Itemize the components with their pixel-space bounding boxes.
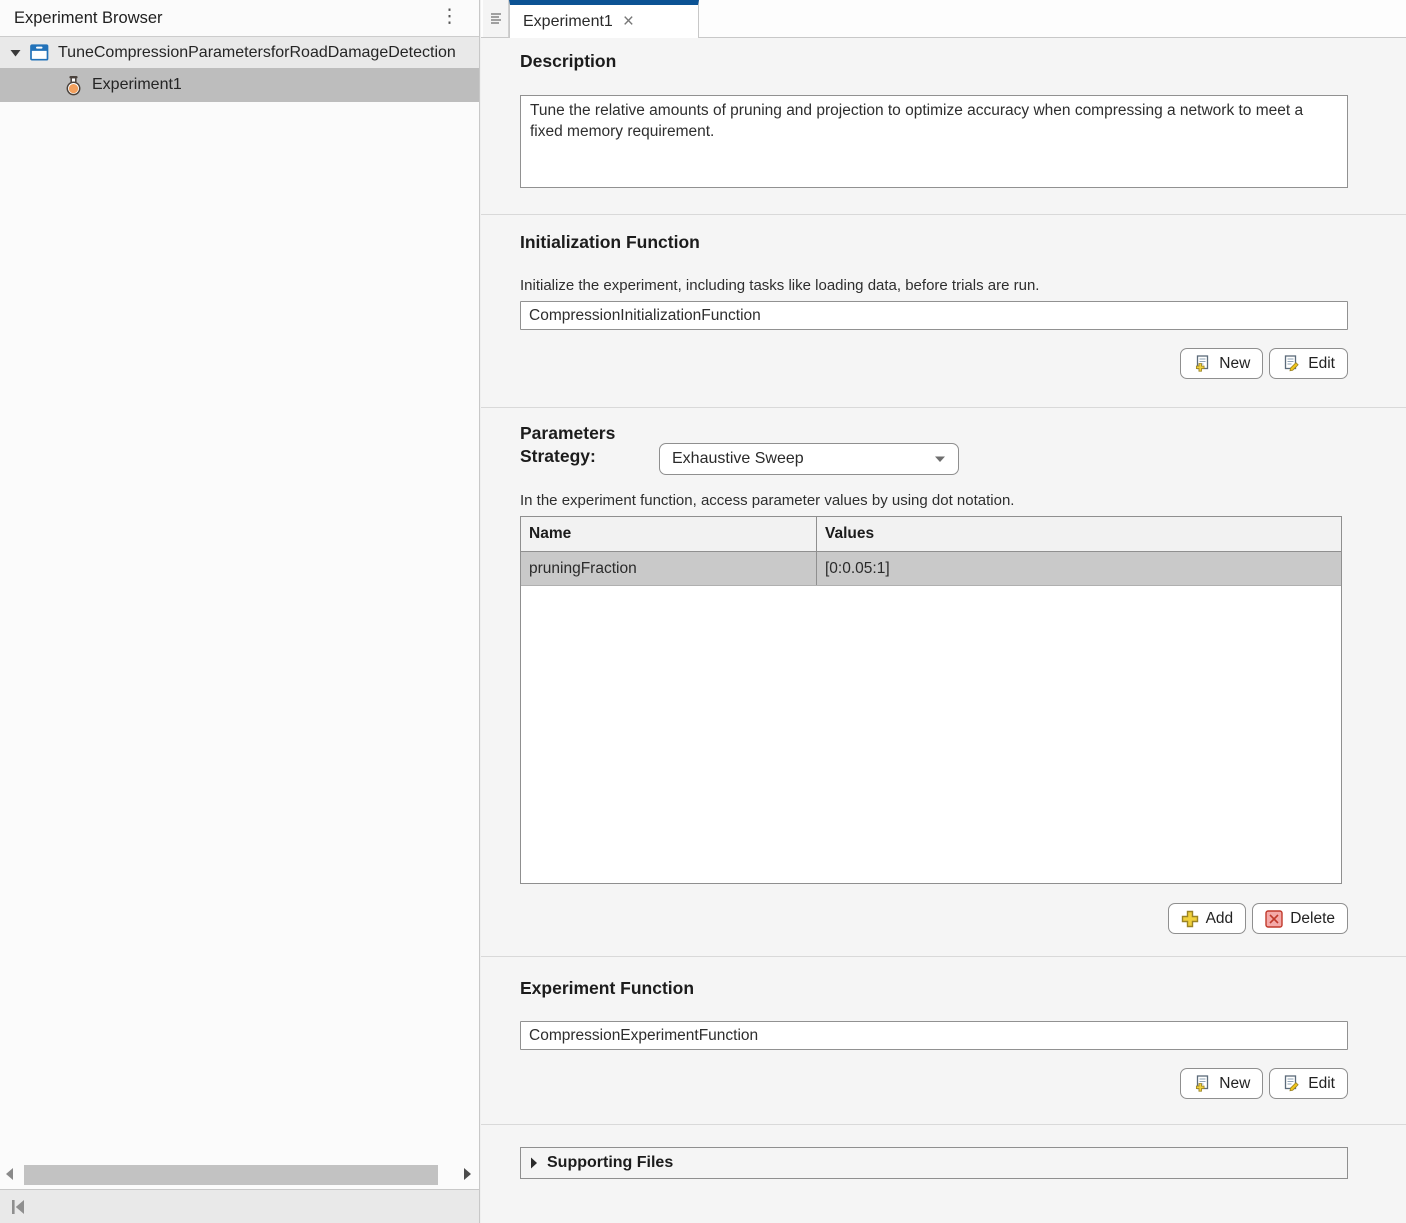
strategy-dropdown[interactable]: Exhaustive Sweep — [659, 443, 959, 475]
tree-item-experiment1[interactable]: Experiment1 — [0, 68, 479, 102]
tree-item-project[interactable]: TuneCompressionParametersforRoadDamageDe… — [0, 37, 479, 68]
section-supporting-files: Supporting Files — [481, 1126, 1406, 1223]
experiment-function-edit-button[interactable]: Edit — [1269, 1068, 1348, 1099]
supporting-files-heading: Supporting Files — [547, 1154, 673, 1172]
panel-menu-icon[interactable]: ⋮ — [436, 0, 463, 34]
collapse-panel-icon[interactable] — [7, 1196, 29, 1218]
button-label: Add — [1206, 910, 1234, 928]
panel-bottom-bar — [0, 1189, 479, 1223]
initialization-new-button[interactable]: New — [1180, 348, 1263, 379]
button-label: Edit — [1308, 1075, 1335, 1093]
button-label: Delete — [1290, 910, 1335, 928]
add-parameter-button[interactable]: Add — [1168, 903, 1247, 934]
edit-document-icon — [1282, 355, 1301, 373]
experiment-name-label: Experiment1 — [92, 76, 182, 94]
experiment-function-new-button[interactable]: New — [1180, 1068, 1263, 1099]
chevron-down-icon — [934, 455, 946, 463]
new-document-icon — [1193, 355, 1212, 373]
chevron-down-icon[interactable] — [10, 49, 21, 57]
parameters-helper-text: In the experiment function, access param… — [520, 492, 1014, 509]
section-initialization-function: Initialization Function Initialize the e… — [481, 216, 1406, 408]
supporting-files-expander[interactable]: Supporting Files — [520, 1147, 1348, 1179]
delete-x-icon — [1265, 910, 1283, 928]
strategy-label: Strategy: — [520, 446, 596, 467]
description-textarea[interactable]: Tune the relative amounts of pruning and… — [520, 95, 1348, 188]
experiment-detail-panel: Experiment1 × Description Tune the relat… — [481, 0, 1406, 1223]
initialization-edit-button[interactable]: Edit — [1269, 348, 1348, 379]
close-icon[interactable]: × — [623, 12, 634, 31]
column-header-values[interactable]: Values — [817, 517, 1341, 551]
table-row[interactable]: pruningFraction [0:0.05:1] — [521, 552, 1341, 586]
parameter-name-cell[interactable]: pruningFraction — [521, 552, 817, 585]
parameters-table-header: Name Values — [521, 517, 1341, 552]
strategy-selected-value: Exhaustive Sweep — [672, 450, 934, 468]
delete-parameter-button[interactable]: Delete — [1252, 903, 1348, 934]
project-box-icon — [30, 44, 49, 61]
column-header-name[interactable]: Name — [521, 517, 817, 551]
parameters-table: Name Values pruningFraction [0:0.05:1] — [520, 516, 1342, 884]
button-label: New — [1219, 1075, 1250, 1093]
experiment-form: Description Tune the relative amounts of… — [481, 38, 1406, 1223]
panel-title: Experiment Browser — [14, 0, 163, 36]
experiment-browser-header: Experiment Browser ⋮ — [0, 0, 479, 37]
button-label: New — [1219, 355, 1250, 373]
experiment-flask-icon — [64, 75, 83, 96]
tab-label: Experiment1 — [523, 13, 613, 31]
experiment-browser-panel: Experiment Browser ⋮ TuneCompressionPara… — [0, 0, 480, 1223]
experiment-manager-window: Experiment Browser ⋮ TuneCompressionPara… — [0, 0, 1406, 1223]
add-plus-icon — [1181, 910, 1199, 928]
section-description: Description Tune the relative amounts of… — [481, 38, 1406, 215]
document-tab-bar: Experiment1 × — [481, 0, 1406, 38]
experiment-function-heading: Experiment Function — [520, 978, 694, 999]
edit-document-icon — [1282, 1075, 1301, 1093]
initialization-heading: Initialization Function — [520, 232, 700, 253]
parameters-heading: Parameters — [520, 423, 615, 444]
document-bar-icon[interactable] — [483, 0, 509, 37]
scrollbar-thumb[interactable] — [24, 1165, 438, 1185]
scroll-left-icon[interactable] — [5, 1167, 14, 1181]
project-name-label: TuneCompressionParametersforRoadDamageDe… — [58, 44, 456, 62]
description-heading: Description — [520, 51, 616, 72]
button-label: Edit — [1308, 355, 1335, 373]
tab-experiment1[interactable]: Experiment1 × — [509, 0, 699, 38]
scroll-right-icon[interactable] — [463, 1167, 472, 1181]
parameter-values-cell[interactable]: [0:0.05:1] — [817, 552, 1341, 585]
section-experiment-function: Experiment Function New — [481, 958, 1406, 1125]
horizontal-scrollbar[interactable] — [0, 1162, 479, 1189]
initialization-function-input[interactable] — [520, 301, 1348, 330]
chevron-right-icon — [530, 1157, 538, 1169]
experiment-function-input[interactable] — [520, 1021, 1348, 1050]
section-parameters: Parameters Strategy: Exhaustive Sweep In… — [481, 409, 1406, 957]
initialization-helper-text: Initialize the experiment, including tas… — [520, 277, 1039, 294]
new-document-icon — [1193, 1075, 1212, 1093]
